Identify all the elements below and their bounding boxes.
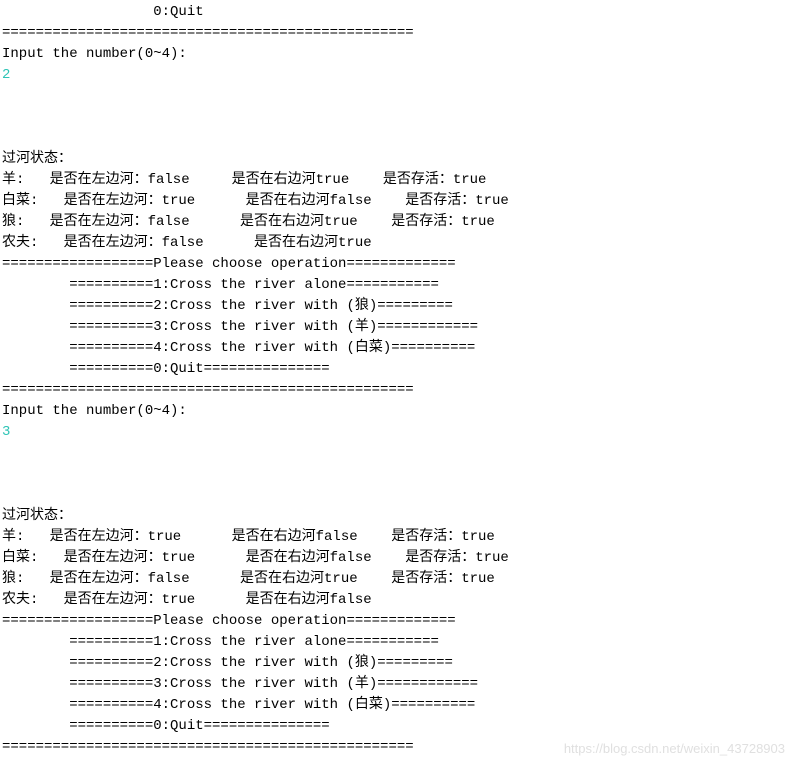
menu-opt2-2: ==========2:Cross the river with (狼)====…: [2, 653, 793, 674]
menu-opt2-1: ==========2:Cross the river with (狼)====…: [2, 296, 793, 317]
menu-opt1-2: ==========1:Cross the river alone=======…: [2, 632, 793, 653]
state-farmer-2: 农夫: 是否在左边河：true 是否在右边河false: [2, 590, 793, 611]
input-prompt-2: Input the number(0~4):: [2, 401, 793, 422]
menu-opt0-2: ==========0:Quit===============: [2, 716, 793, 737]
blank-3: [2, 128, 793, 149]
menu-opt0-1: ==========0:Quit===============: [2, 359, 793, 380]
state-wolf-2: 狼: 是否在左边河：false 是否在右边河true 是否存活：true: [2, 569, 793, 590]
blank-1: [2, 86, 793, 107]
blank-5: [2, 464, 793, 485]
state-farmer-1: 农夫: 是否在左边河：false 是否在右边河true: [2, 233, 793, 254]
state-title-2: 过河状态：: [2, 506, 793, 527]
menu-opt3-1: ==========3:Cross the river with (羊)====…: [2, 317, 793, 338]
input-prompt-1: Input the number(0~4):: [2, 44, 793, 65]
blank-2: [2, 107, 793, 128]
state-cabbage-2: 白菜: 是否在左边河：true 是否在右边河false 是否存活：true: [2, 548, 793, 569]
separator-1: ========================================…: [2, 380, 793, 401]
quit-line-top: 0:Quit: [2, 2, 793, 23]
separator-top: ========================================…: [2, 23, 793, 44]
state-wolf-1: 狼: 是否在左边河：false 是否在右边河true 是否存活：true: [2, 212, 793, 233]
menu-header-1: ==================Please choose operatio…: [2, 254, 793, 275]
menu-opt3-2: ==========3:Cross the river with (羊)====…: [2, 674, 793, 695]
watermark-text: https://blog.csdn.net/weixin_43728903: [564, 739, 785, 759]
user-input-2[interactable]: 3: [2, 422, 793, 443]
state-cabbage-1: 白菜: 是否在左边河：true 是否在右边河false 是否存活：true: [2, 191, 793, 212]
menu-header-2: ==================Please choose operatio…: [2, 611, 793, 632]
state-sheep-1: 羊: 是否在左边河：false 是否在右边河true 是否存活：true: [2, 170, 793, 191]
menu-opt4-1: ==========4:Cross the river with (白菜)===…: [2, 338, 793, 359]
state-sheep-2: 羊: 是否在左边河：true 是否在右边河false 是否存活：true: [2, 527, 793, 548]
blank-4: [2, 443, 793, 464]
menu-opt1-1: ==========1:Cross the river alone=======…: [2, 275, 793, 296]
state-title-1: 过河状态：: [2, 149, 793, 170]
menu-opt4-2: ==========4:Cross the river with (白菜)===…: [2, 695, 793, 716]
blank-6: [2, 485, 793, 506]
user-input-1[interactable]: 2: [2, 65, 793, 86]
